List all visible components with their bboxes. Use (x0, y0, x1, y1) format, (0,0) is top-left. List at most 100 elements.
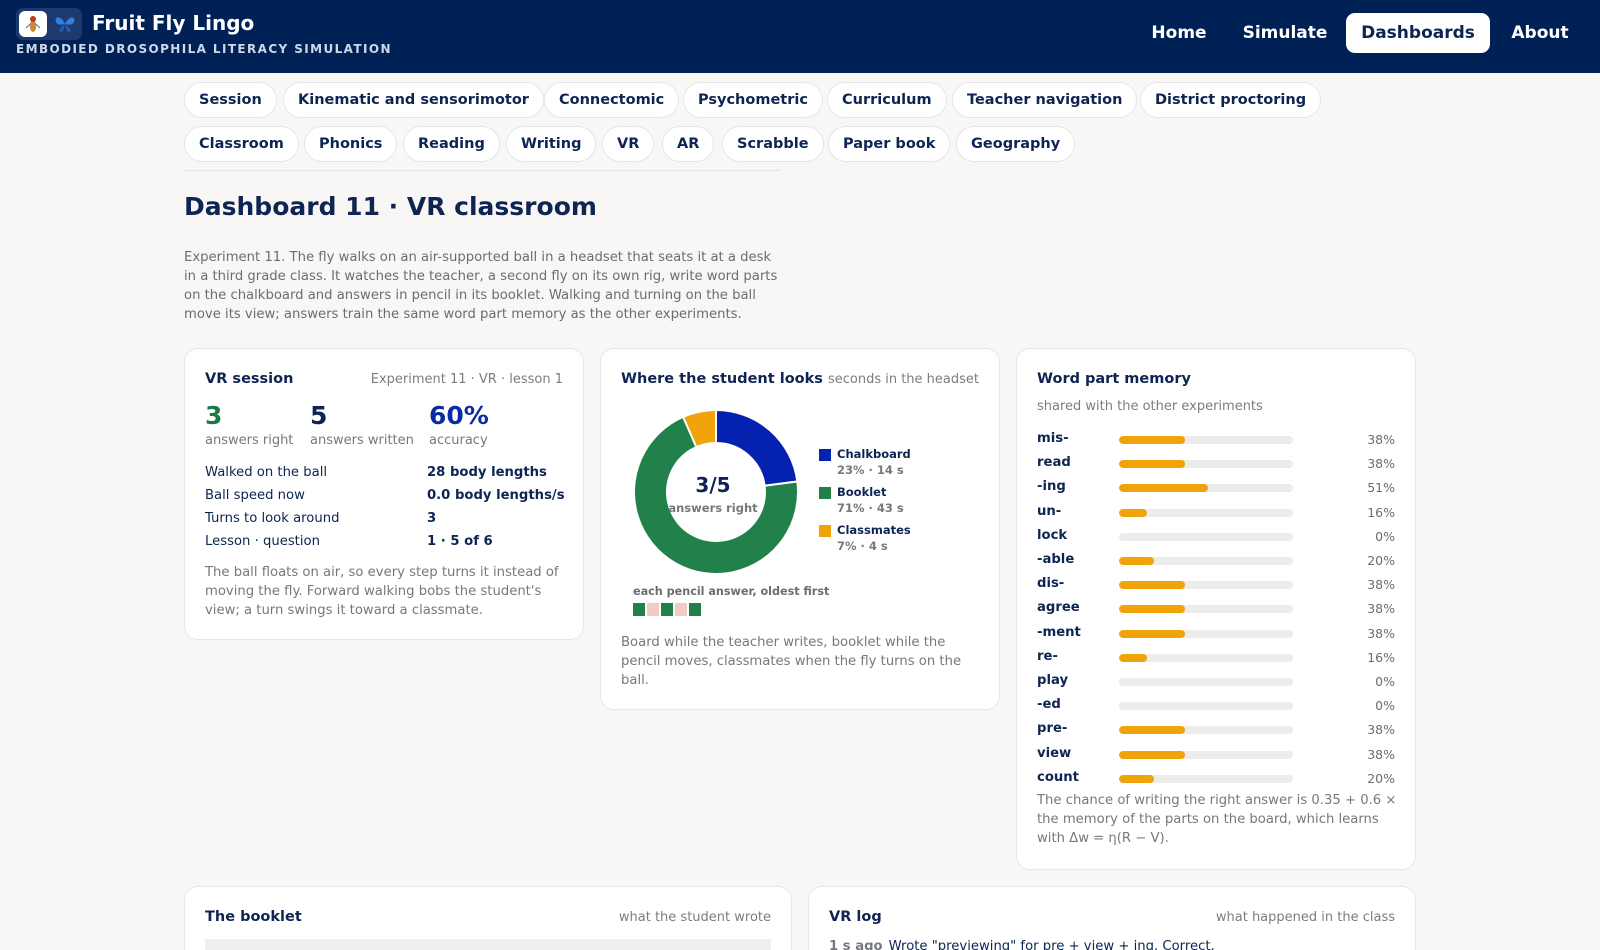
app-logo[interactable] (16, 8, 82, 40)
memory-label: -ed (1037, 697, 1061, 713)
memory-bar-track (1119, 484, 1293, 493)
card-meta: what happened in the class (1215, 910, 1395, 925)
memory-bar-track (1119, 726, 1293, 735)
ball-speed-value: 0.0 body lengths/s (427, 488, 565, 503)
answer-square (633, 603, 645, 616)
page-title: Dashboard 11 · VR classroom (184, 192, 597, 221)
turns-label: Turns to look around (205, 511, 340, 526)
nav-dashboards[interactable]: Dashboards (1346, 13, 1490, 53)
nav-simulate[interactable]: Simulate (1232, 13, 1338, 53)
memory-bar-fill (1119, 774, 1154, 783)
memory-percent: 38% (1367, 432, 1395, 447)
legend-label-chalkboard: Chalkboard (837, 447, 911, 461)
tab-paper-book[interactable]: Paper book (828, 126, 951, 162)
app-subtitle: EMBODIED DROSOPHILA LITERACY SIMULATION (16, 42, 392, 56)
tab-psychometric[interactable]: Psychometric (683, 82, 823, 118)
memory-label: -ment (1037, 624, 1081, 640)
memory-percent: 38% (1367, 625, 1395, 641)
memory-bar-fill (1119, 460, 1186, 469)
legend-detail-booklet: 71% · 43 s (837, 501, 904, 515)
tab-geography[interactable]: Geography (956, 126, 1076, 162)
card-meta: what the student wrote (618, 910, 771, 925)
lesson-question-value: 1 · 5 of 6 (427, 534, 493, 549)
app-title[interactable]: Fruit Fly Lingo (92, 11, 254, 35)
memory-bar-track (1119, 508, 1293, 517)
legend-swatch-booklet (819, 487, 831, 499)
memory-label: mis- (1037, 431, 1069, 446)
tab-district-proctoring[interactable]: District proctoring (1140, 82, 1322, 118)
memory-percent: 20% (1367, 770, 1395, 786)
answer-square (661, 603, 673, 616)
memory-label: dis- (1037, 576, 1065, 592)
answers-caption: each pencil answer, oldest first (633, 585, 830, 598)
memory-label: count (1037, 769, 1079, 785)
memory-percent: 38% (1367, 722, 1395, 738)
memory-label: view (1037, 745, 1072, 761)
memory-bar-fill (1119, 557, 1154, 565)
memory-percent: 0% (1375, 674, 1395, 689)
memory-label: play (1037, 673, 1069, 688)
tab-teacher-navigation[interactable]: Teacher navigation (952, 82, 1138, 118)
vr-session-card: VR session Experiment 11 · VR · lesson 1… (184, 348, 584, 640)
session-note: The ball floats on air, so every step tu… (205, 565, 559, 618)
booklet-card: The booklet what the student wrote (184, 886, 792, 950)
memory-label: -ing (1037, 479, 1066, 495)
memory-bar-track (1119, 629, 1293, 638)
page-intro: Experiment 11. The fly walks on an air-s… (184, 250, 778, 322)
tab-scrabble[interactable]: Scrabble (722, 126, 824, 162)
memory-percent: 20% (1367, 553, 1395, 568)
tab-session[interactable]: Session (184, 82, 277, 118)
memory-percent: 16% (1367, 504, 1395, 520)
accuracy-value: 60% (429, 401, 489, 430)
card-title: Word part memory (1037, 371, 1191, 387)
turns-value: 3 (427, 511, 437, 526)
memory-bar-track (1119, 678, 1293, 686)
memory-label: pre- (1037, 721, 1068, 737)
memory-bar-fill (1119, 484, 1208, 493)
legend-detail-chalkboard: 23% · 14 s (837, 463, 904, 477)
memory-bar-track (1119, 436, 1293, 444)
memory-bar-track (1119, 774, 1293, 783)
legend-label-classmates: Classmates (837, 523, 911, 537)
legend-swatch-chalkboard (819, 449, 831, 461)
memory-bar-track (1119, 653, 1293, 662)
tab-ar[interactable]: AR (662, 126, 715, 162)
vr-log-card: VR log what happened in the class 1 s ag… (808, 886, 1416, 950)
accuracy-label: accuracy (429, 433, 488, 448)
memory-label: read (1037, 455, 1071, 471)
tab-reading[interactable]: Reading (403, 126, 500, 162)
tab-connectomic[interactable]: Connectomic (544, 82, 680, 118)
answers-right-label: answers right (205, 433, 294, 448)
answer-square (675, 603, 687, 616)
legend-label-booklet: Booklet (837, 485, 887, 499)
memory-percent: 0% (1375, 528, 1395, 544)
answers-written-label: answers written (310, 433, 414, 448)
tab-phonics[interactable]: Phonics (304, 126, 398, 162)
memory-label: un- (1037, 503, 1062, 519)
nav-about[interactable]: About (1500, 13, 1580, 53)
answer-square (689, 603, 701, 616)
memory-label: lock (1037, 527, 1068, 543)
memory-label: -able (1037, 552, 1075, 567)
answer-square (647, 603, 659, 616)
gaze-note: Board while the teacher writes, booklet … (621, 635, 962, 688)
card-subtitle: shared with the other experiments (1037, 399, 1263, 414)
memory-note: The chance of writing the right answer i… (1037, 793, 1397, 846)
nav-home[interactable]: Home (1136, 13, 1222, 53)
tab-kinematic-sensorimotor[interactable]: Kinematic and sensorimotor (283, 82, 544, 118)
tab-vr[interactable]: VR (602, 126, 655, 162)
fruit-fly-icon (19, 11, 47, 37)
memory-bar-fill (1119, 653, 1147, 662)
log-entry-text: Wrote "previewing" for pre + view + ing.… (888, 939, 1215, 950)
tab-writing[interactable]: Writing (506, 126, 597, 162)
butterfly-icon (52, 11, 78, 37)
legend-detail-classmates: 7% · 4 s (837, 539, 888, 553)
memory-bar-fill (1119, 508, 1147, 517)
card-meta: seconds in the headset (827, 372, 979, 387)
log-entry-time: 1 s ago (829, 939, 883, 950)
tab-classroom[interactable]: Classroom (184, 126, 299, 162)
section-divider (184, 170, 780, 171)
top-navigation-bar: Fruit Fly Lingo EMBODIED DROSOPHILA LITE… (0, 0, 1600, 73)
card-title: VR session (205, 371, 294, 387)
tab-curriculum[interactable]: Curriculum (827, 82, 947, 118)
